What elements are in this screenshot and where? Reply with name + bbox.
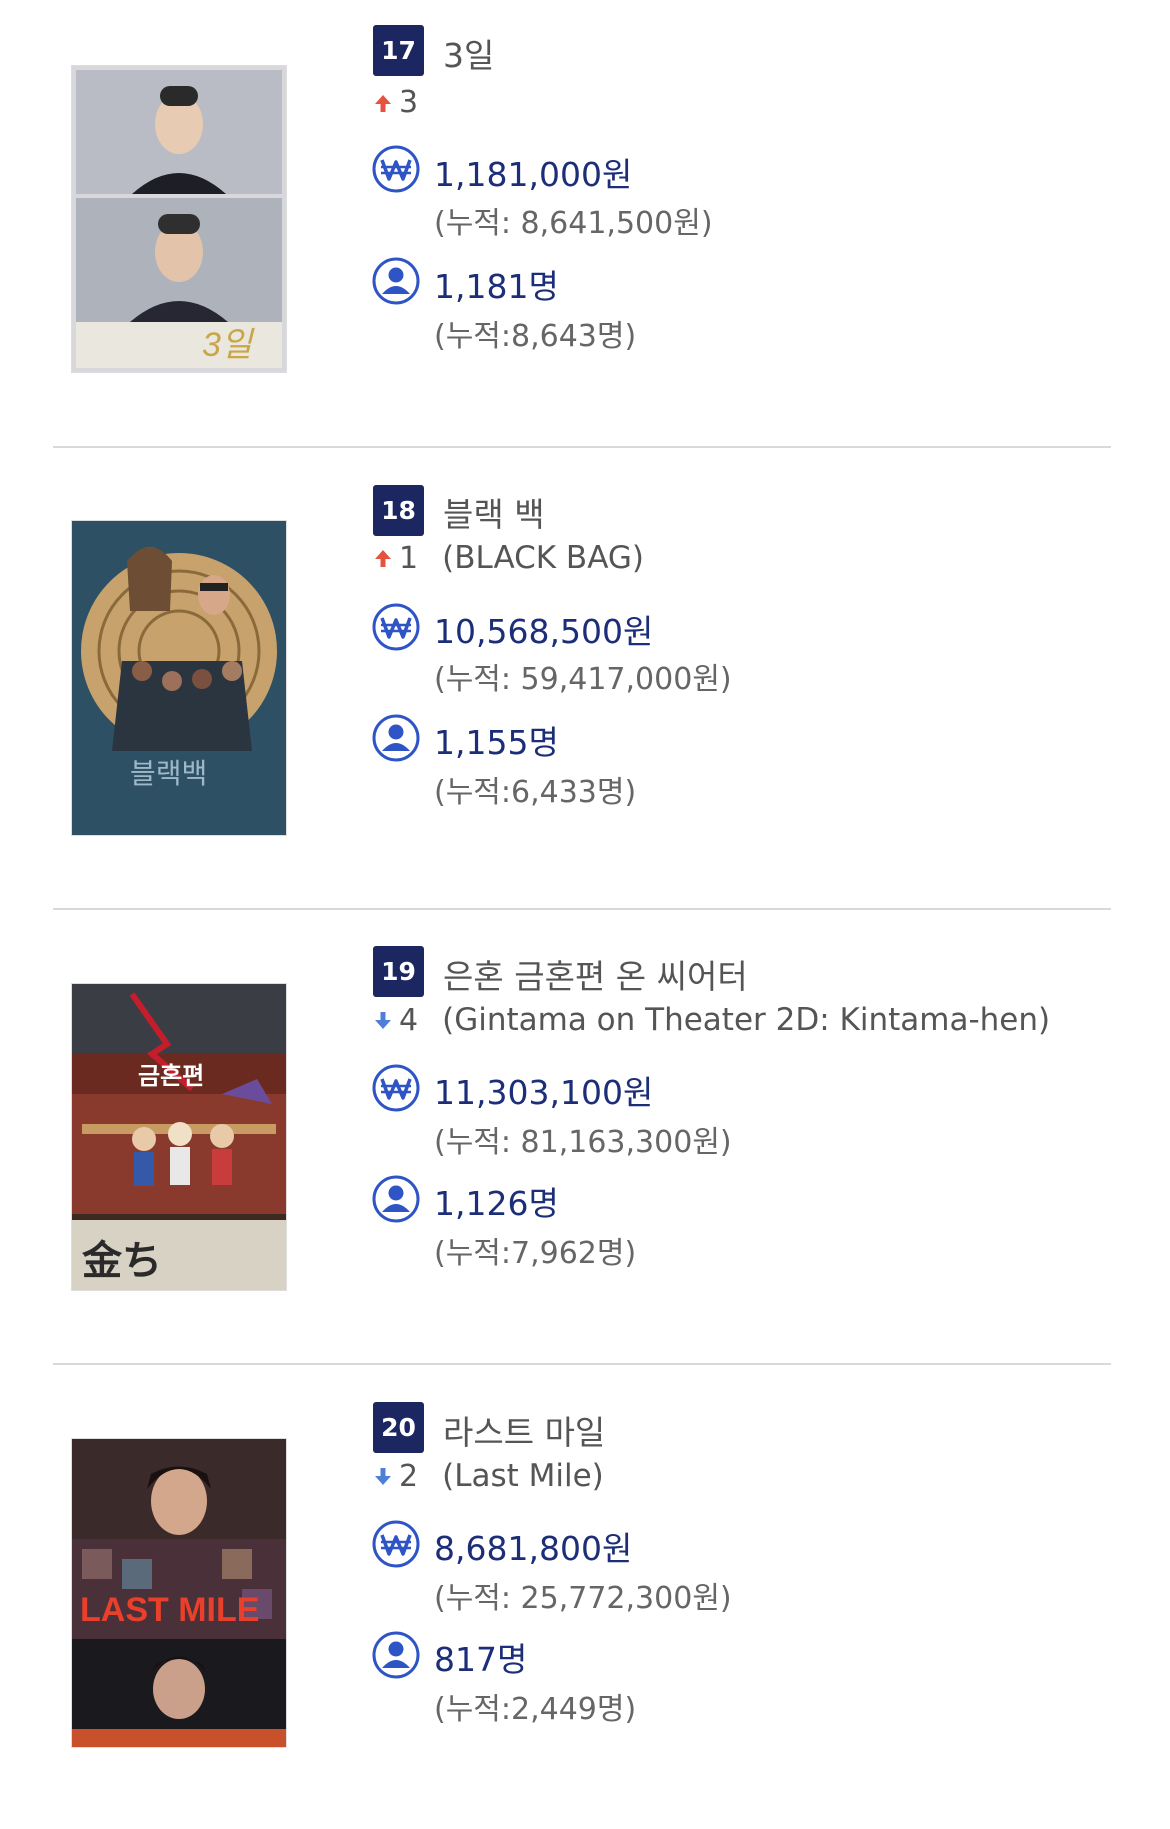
movie-entry[interactable]: LAST MILE 20 라스트 마일 2 (Last Mile) 8,681,… xyxy=(0,1374,1170,1829)
rank-badge: 17 xyxy=(373,25,424,76)
movie-poster[interactable]: 금혼편 金ち xyxy=(71,983,287,1291)
arrow-down-icon xyxy=(375,1012,391,1029)
audience-cumulative: (누적:2,449명) xyxy=(434,1692,637,1727)
divider xyxy=(53,908,1111,910)
divider xyxy=(53,1363,1111,1365)
movie-entry[interactable]: 블랙백 18 블랙 백 1 (BLACK BAG) 10,568,500원 (누… xyxy=(0,456,1170,911)
audience-cumulative: (누적:8,643명) xyxy=(434,319,637,354)
sales-cumulative: (누적: 81,163,300원) xyxy=(434,1125,732,1160)
person-icon xyxy=(372,1631,420,1679)
movie-poster[interactable]: 3일 xyxy=(71,65,287,373)
rank-badge: 18 xyxy=(373,485,424,536)
rank-change: 1 (BLACK BAG) xyxy=(373,540,644,576)
arrow-up-icon xyxy=(375,550,391,567)
rank-change: 3 xyxy=(373,85,442,120)
poster-title: 3일 xyxy=(202,326,255,364)
person-icon xyxy=(372,714,420,762)
movie-title[interactable]: 블랙 백 xyxy=(443,488,545,536)
movie-entry[interactable]: 3일 17 3일 3 1,181,000원 (누적: 8,641,500원) 1… xyxy=(0,0,1170,455)
won-icon xyxy=(372,1064,420,1112)
audience-value: 1,181명 xyxy=(434,267,559,306)
rank-badge: 20 xyxy=(373,1402,424,1453)
person-icon xyxy=(372,257,420,305)
won-icon xyxy=(372,1520,420,1568)
rank-change-value: 2 xyxy=(399,1458,419,1494)
audience-cumulative: (누적:6,433명) xyxy=(434,775,637,810)
movie-poster[interactable]: LAST MILE xyxy=(71,1438,287,1748)
rank-badge: 19 xyxy=(373,946,424,997)
movie-title[interactable]: 라스트 마일 xyxy=(443,1406,605,1454)
movie-title[interactable]: 은혼 금혼편 온 씨어터 xyxy=(443,950,748,998)
rank-change-value: 4 xyxy=(399,1002,419,1038)
sales-value: 10,568,500원 xyxy=(434,612,654,651)
movie-title[interactable]: 3일 xyxy=(443,29,494,77)
original-title: (Gintama on Theater 2D: Kintama-hen) xyxy=(442,1002,1051,1038)
sales-cumulative: (누적: 25,772,300원) xyxy=(434,1581,732,1616)
poster-title: 금혼편 xyxy=(138,1063,204,1090)
sales-value: 11,303,100원 xyxy=(434,1073,654,1112)
audience-value: 1,126명 xyxy=(434,1184,559,1223)
arrow-down-icon xyxy=(375,1468,391,1485)
movie-entry[interactable]: 금혼편 金ち 19 은혼 금혼편 온 씨어터 4 (Gintama on The… xyxy=(0,918,1170,1373)
poster-title: LAST MILE xyxy=(80,1591,259,1629)
won-icon xyxy=(372,603,420,651)
rank-change-value: 1 xyxy=(399,540,419,576)
original-title: (Last Mile) xyxy=(442,1458,604,1494)
original-title: (BLACK BAG) xyxy=(442,540,644,576)
sales-cumulative: (누적: 8,641,500원) xyxy=(434,206,713,241)
audience-value: 1,155명 xyxy=(434,723,559,762)
person-icon xyxy=(372,1175,420,1223)
movie-poster[interactable]: 블랙백 xyxy=(71,520,287,836)
poster-title: 블랙백 xyxy=(130,758,207,789)
rank-change-value: 3 xyxy=(399,85,419,120)
audience-cumulative: (누적:7,962명) xyxy=(434,1236,637,1271)
sales-value: 1,181,000원 xyxy=(434,155,633,194)
arrow-up-icon xyxy=(375,94,391,112)
rank-change: 2 (Last Mile) xyxy=(373,1458,604,1494)
won-icon xyxy=(372,145,420,193)
sales-cumulative: (누적: 59,417,000원) xyxy=(434,662,732,697)
divider xyxy=(53,446,1111,448)
svg-text:金ち: 金ち xyxy=(81,1238,162,1283)
audience-value: 817명 xyxy=(434,1640,528,1679)
sales-value: 8,681,800원 xyxy=(434,1529,633,1568)
rank-change: 4 (Gintama on Theater 2D: Kintama-hen) xyxy=(373,1002,1050,1038)
